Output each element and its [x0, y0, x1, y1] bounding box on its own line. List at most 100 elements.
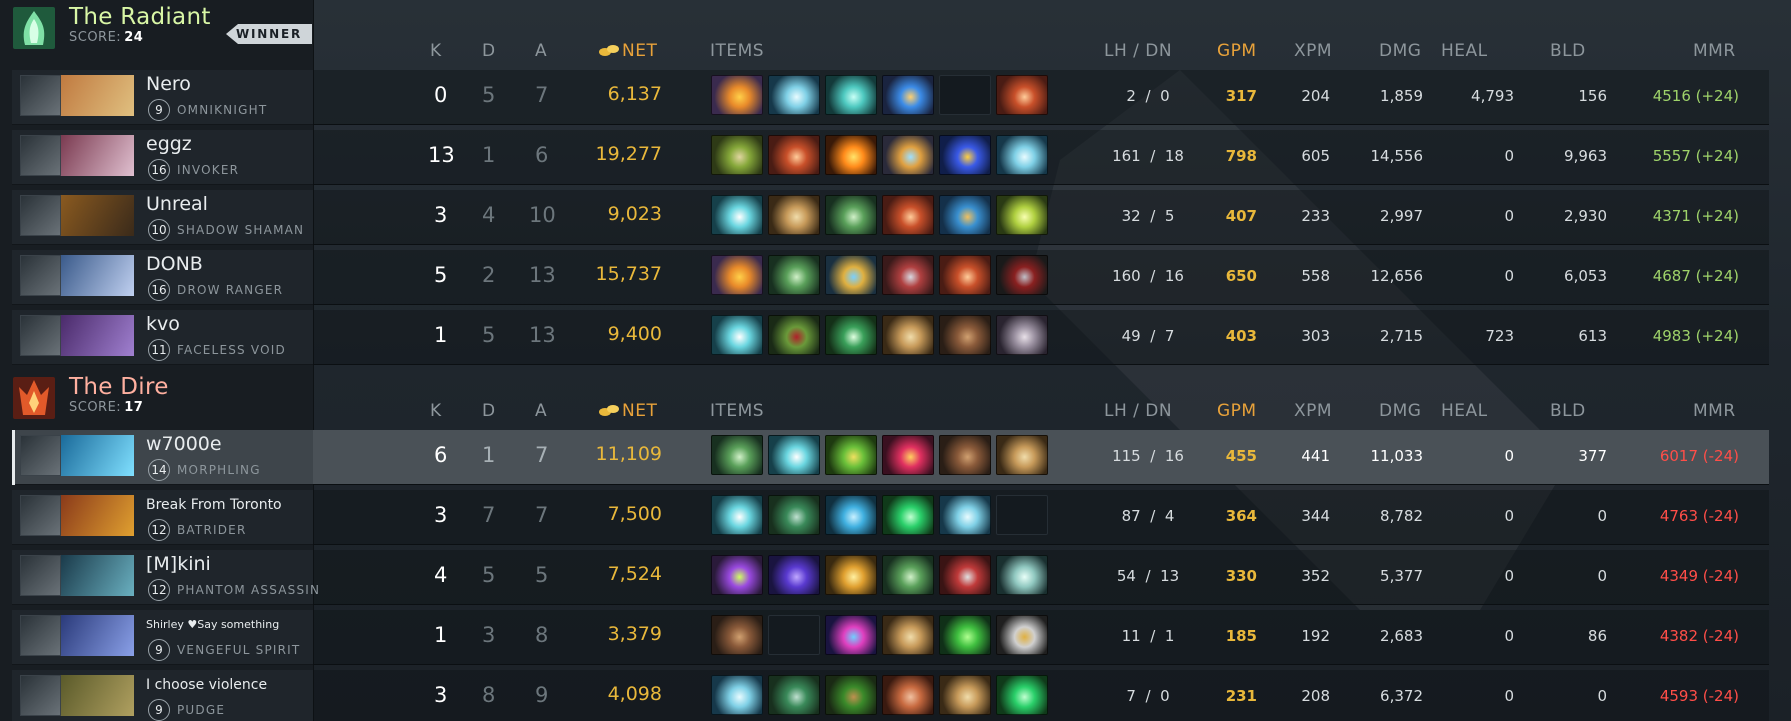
hero-portrait[interactable]	[61, 675, 134, 716]
player-avatar[interactable]	[20, 675, 61, 716]
item-green-leaf-icon[interactable]	[939, 615, 991, 655]
item-red-orb-icon[interactable]	[882, 435, 934, 475]
item-green-blade-icon[interactable]	[825, 315, 877, 355]
item-blade-icon[interactable]	[711, 195, 763, 235]
item-pink-ring-icon[interactable]	[825, 615, 877, 655]
item-green-sword-icon[interactable]	[825, 435, 877, 475]
item-blue-staff-icon[interactable]	[939, 135, 991, 175]
player-name[interactable]: w7000e	[146, 433, 222, 455]
player-cell[interactable]: w7000e 14 MORPHLING	[12, 430, 313, 485]
item-claw-icon[interactable]	[882, 255, 934, 295]
item-purple-hat-icon[interactable]	[768, 555, 820, 595]
player-cell[interactable]: kvo 11 FACELESS VOID	[12, 310, 313, 365]
empty-item-slot[interactable]	[996, 495, 1048, 535]
item-green-boot-icon[interactable]	[996, 675, 1048, 715]
item-boots-icon[interactable]	[939, 435, 991, 475]
player-cell[interactable]: Unreal 10 SHADOW SHAMAN	[12, 190, 313, 245]
hero-portrait[interactable]	[61, 135, 134, 176]
item-boots-icon[interactable]	[939, 315, 991, 355]
player-avatar[interactable]	[20, 495, 61, 536]
item-blue-orb-icon[interactable]	[882, 75, 934, 115]
item-scroll-icon[interactable]	[996, 435, 1048, 475]
hero-portrait[interactable]	[61, 435, 134, 476]
item-fire-icon[interactable]	[825, 135, 877, 175]
item-ring-icon[interactable]	[825, 255, 877, 295]
item-red-cloak-icon[interactable]	[882, 195, 934, 235]
item-blade-icon[interactable]	[711, 495, 763, 535]
hero-portrait[interactable]	[61, 255, 134, 296]
player-row[interactable]: Unreal 10 SHADOW SHAMAN 3 4 10 9,023 32 …	[0, 190, 1791, 246]
item-blade-icon[interactable]	[768, 435, 820, 475]
item-green-boot-icon[interactable]	[882, 495, 934, 535]
player-name[interactable]: eggz	[146, 133, 192, 155]
item-scroll-icon[interactable]	[939, 675, 991, 715]
hero-portrait[interactable]	[61, 315, 134, 356]
item-scroll-icon[interactable]	[768, 195, 820, 235]
player-avatar[interactable]	[20, 315, 61, 356]
player-cell[interactable]: Shirley ♥Say something 9 VENGEFUL SPIRIT	[12, 610, 313, 665]
player-cell[interactable]: I choose violence 9 PUDGE	[12, 670, 313, 721]
item-red-cloak-icon[interactable]	[996, 75, 1048, 115]
player-name[interactable]: Break From Toronto	[146, 497, 282, 513]
item-ball-icon[interactable]	[882, 675, 934, 715]
player-name[interactable]: Nero	[146, 73, 191, 95]
item-red-cloak-icon[interactable]	[768, 135, 820, 175]
player-avatar[interactable]	[20, 615, 61, 656]
item-red-cloak-icon[interactable]	[939, 255, 991, 295]
player-name[interactable]: Shirley ♥Say something	[146, 618, 279, 631]
player-name[interactable]: [M]kini	[146, 553, 211, 575]
item-blue-globe-icon[interactable]	[939, 195, 991, 235]
player-row[interactable]: w7000e 14 MORPHLING 6 1 7 11,109 115 / 1…	[0, 430, 1791, 486]
item-axe-green-icon[interactable]	[768, 675, 820, 715]
item-hook-icon[interactable]	[996, 615, 1048, 655]
hero-portrait[interactable]	[61, 615, 134, 656]
player-cell[interactable]: Break From Toronto 12 BATRIDER	[12, 490, 313, 545]
player-name[interactable]: DONB	[146, 253, 203, 275]
empty-item-slot[interactable]	[768, 615, 820, 655]
player-row[interactable]: eggz 16 INVOKER 13 1 6 19,277 161 / 18 7…	[0, 130, 1791, 186]
item-green-mask-icon[interactable]	[768, 315, 820, 355]
player-avatar[interactable]	[20, 255, 61, 296]
item-trident-icon[interactable]	[996, 195, 1048, 235]
item-sphere-icon[interactable]	[996, 315, 1048, 355]
hero-portrait[interactable]	[61, 75, 134, 116]
item-scroll-icon[interactable]	[882, 615, 934, 655]
item-purple-orb-icon[interactable]	[711, 555, 763, 595]
player-cell[interactable]: Nero 9 OMNIKNIGHT	[12, 70, 313, 125]
player-row[interactable]: I choose violence 9 PUDGE 3 8 9 4,098 7 …	[0, 670, 1791, 721]
player-cell[interactable]: [M]kini 12 PHANTOM ASSASSIN	[12, 550, 319, 605]
hero-portrait[interactable]	[61, 555, 134, 596]
item-dagger-icon[interactable]	[882, 555, 934, 595]
hero-portrait[interactable]	[61, 195, 134, 236]
player-name[interactable]: Unreal	[146, 193, 208, 215]
item-orange-icon[interactable]	[711, 255, 763, 295]
player-avatar[interactable]	[20, 75, 61, 116]
player-avatar[interactable]	[20, 195, 61, 236]
empty-item-slot[interactable]	[939, 75, 991, 115]
item-wave-icon[interactable]	[711, 675, 763, 715]
player-name[interactable]: kvo	[146, 313, 180, 335]
item-branch-icon[interactable]	[825, 675, 877, 715]
item-staff-icon[interactable]	[882, 135, 934, 175]
player-avatar[interactable]	[20, 555, 61, 596]
player-cell[interactable]: eggz 16 INVOKER	[12, 130, 313, 185]
player-cell[interactable]: DONB 16 DROW RANGER	[12, 250, 313, 305]
item-orange-icon[interactable]	[711, 75, 763, 115]
player-row[interactable]: kvo 11 FACELESS VOID 1 5 13 9,400 49 / 7…	[0, 310, 1791, 366]
player-avatar[interactable]	[20, 135, 61, 176]
item-boots-icon[interactable]	[711, 615, 763, 655]
item-green-bowl-icon[interactable]	[711, 135, 763, 175]
player-avatar[interactable]	[20, 435, 61, 476]
item-mushroom-icon[interactable]	[996, 555, 1048, 595]
item-gold-icon[interactable]	[825, 555, 877, 595]
hero-portrait[interactable]	[61, 495, 134, 536]
item-crystal-icon[interactable]	[825, 495, 877, 535]
item-blade-icon[interactable]	[711, 315, 763, 355]
item-wave-icon[interactable]	[939, 495, 991, 535]
item-dagger-icon[interactable]	[768, 255, 820, 295]
item-mask-icon[interactable]	[996, 255, 1048, 295]
player-row[interactable]: DONB 16 DROW RANGER 5 2 13 15,737 160 / …	[0, 250, 1791, 306]
item-wave-icon[interactable]	[996, 135, 1048, 175]
item-battleaxe-icon[interactable]	[939, 555, 991, 595]
item-wave-icon[interactable]	[768, 75, 820, 115]
